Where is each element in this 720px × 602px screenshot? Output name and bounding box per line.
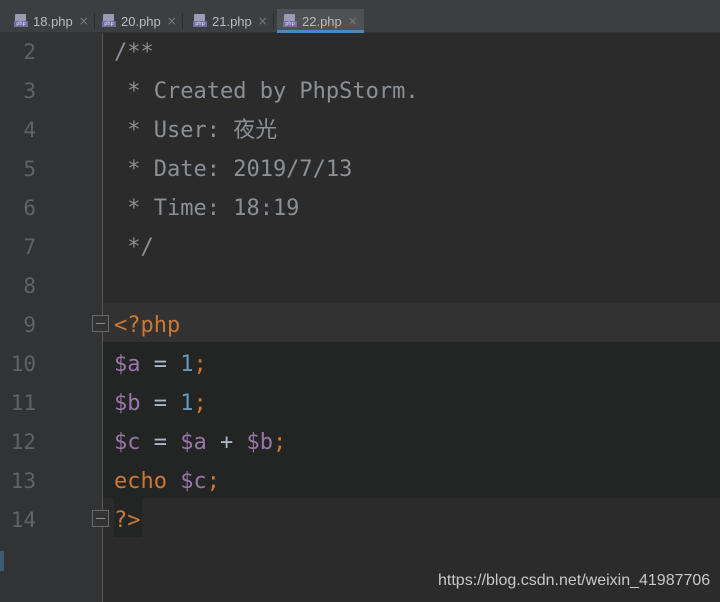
echo-keyword: echo [114,469,167,494]
line-number: 4 [23,118,36,142]
php-file-icon: php [14,14,28,28]
code-line[interactable]: echo $c; [114,462,220,501]
php-file-icon: php [102,14,116,28]
semicolon: ; [206,469,220,494]
number-literal: 1 [180,352,194,377]
line-number: 11 [10,391,36,415]
code-line[interactable]: ?> [114,501,141,540]
code-line[interactable]: $b = 1; [114,384,207,423]
php-file-icon: php [283,14,297,28]
operator: = [140,352,181,377]
line-number: 8 [23,274,36,298]
code-editor[interactable]: 2 3 4 5 6 7 8 9 10 11 12 13 14 /** * Cre… [0,33,720,602]
tab-label: 22.php [302,13,342,29]
php-open-tag: <?php [114,313,181,338]
semicolon: ; [273,430,287,455]
line-number: 10 [10,352,36,376]
tab-21-php[interactable]: php 21.php × [193,9,274,33]
close-icon[interactable]: × [167,14,177,28]
tab-20-php[interactable]: php 20.php × [102,9,183,33]
fold-toggle-icon[interactable] [92,510,109,527]
line-number: 3 [23,79,36,103]
line-number: 13 [10,469,36,493]
line-number: 2 [23,40,36,64]
code-line[interactable]: */ [114,228,154,267]
line-number: 14 [10,508,36,532]
variable: $a [180,430,207,455]
line-number: 5 [23,157,36,181]
close-icon[interactable]: × [79,14,89,28]
semicolon: ; [193,352,207,377]
tab-label: 20.php [121,13,161,29]
tab-22-php[interactable]: php 22.php × [277,9,364,33]
line-number: 12 [10,430,36,454]
code-line[interactable]: $a = 1; [114,345,207,384]
semicolon: ; [193,391,207,416]
operator: = [140,391,181,416]
close-icon[interactable]: × [348,14,358,28]
code-line[interactable]: /** [114,33,154,72]
php-file-icon: php [193,14,207,28]
code-line[interactable]: <?php [114,306,180,345]
tab-label: 21.php [212,13,252,29]
line-number: 9 [23,313,36,337]
variable: $c [114,430,141,455]
line-number: 7 [23,235,36,259]
variable: $b [246,430,274,455]
variable: $a [114,352,141,377]
scope-indicator [0,551,4,571]
code-line[interactable]: * Date: 2019/7/13 [114,150,352,189]
close-icon[interactable]: × [258,14,268,28]
code-line[interactable]: * Created by PhpStorm. [114,72,418,111]
fold-toggle-icon[interactable] [92,315,109,332]
code-line[interactable]: * User: 夜光 [114,111,277,150]
line-number: 6 [23,196,36,220]
watermark: https://blog.csdn.net/weixin_41987706 [438,572,711,589]
tab-label: 18.php [33,13,73,29]
operator: + [206,430,247,455]
variable: $b [114,391,141,416]
number-literal: 1 [180,391,194,416]
operator: = [140,430,181,455]
variable: $c [180,469,207,494]
caret-row-highlight [103,303,720,342]
code-line[interactable]: $c = $a + $b; [114,423,286,462]
code-line[interactable]: * Time: 18:19 [114,189,299,228]
tab-18-php[interactable]: php 18.php × [14,9,95,33]
php-close-tag: ?> [114,508,141,533]
editor-tab-bar: php 18.php × php 20.php × php 21.php × p… [0,0,720,33]
